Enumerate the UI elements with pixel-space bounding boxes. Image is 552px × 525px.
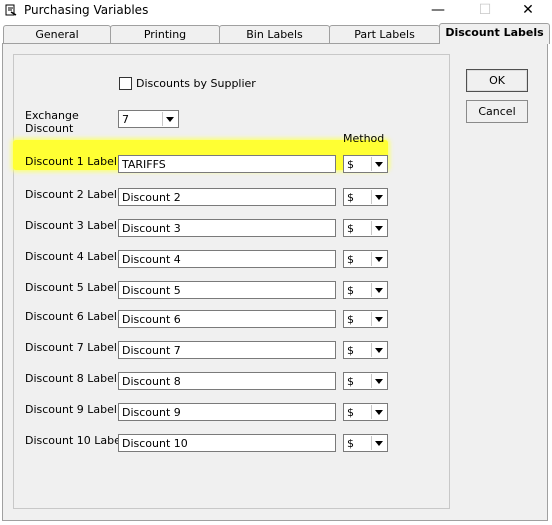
discount-7-method-value: $ [347, 344, 354, 357]
chevron-down-icon[interactable] [371, 312, 386, 326]
minimize-button[interactable]: — [416, 0, 460, 22]
discount-7-value: Discount 7 [122, 344, 181, 357]
discount-6-method-value: $ [347, 313, 354, 326]
discount-10-value: Discount 10 [122, 437, 188, 450]
tab-printing[interactable]: Printing [110, 25, 220, 43]
discount-5-input[interactable]: Discount 5 [118, 281, 336, 299]
discount-2-method-value: $ [347, 191, 354, 204]
exchange-discount-label-line2: Discount [25, 122, 74, 135]
chevron-down-icon[interactable] [371, 343, 386, 357]
chevron-down-icon[interactable] [371, 283, 386, 297]
tab-general[interactable]: General [3, 25, 111, 43]
chevron-down-icon[interactable] [371, 221, 386, 235]
chevron-down-icon[interactable] [371, 157, 386, 171]
exchange-discount-label-line1: Exchange [25, 109, 79, 122]
discount-labels-panel: Discounts by Supplier Exchange Discount … [2, 43, 548, 521]
discount-3-method-select[interactable]: $ [343, 219, 388, 237]
window-title: Purchasing Variables [24, 3, 149, 17]
discount-1-label: Discount 1 Label [25, 155, 117, 168]
discount-6-value: Discount 6 [122, 313, 181, 326]
discount-1-value: TARIFFS [122, 158, 166, 171]
discount-8-value: Discount 8 [122, 375, 181, 388]
discount-8-input[interactable]: Discount 8 [118, 372, 336, 390]
cancel-button[interactable]: Cancel [466, 100, 528, 123]
chevron-down-icon[interactable] [162, 112, 177, 126]
app-icon [5, 4, 17, 16]
discount-2-input[interactable]: Discount 2 [118, 188, 336, 206]
discount-3-value: Discount 3 [122, 222, 181, 235]
discount-5-method-select[interactable]: $ [343, 281, 388, 299]
chevron-down-icon[interactable] [371, 405, 386, 419]
chevron-down-icon[interactable] [371, 374, 386, 388]
ok-button[interactable]: OK [466, 69, 528, 92]
maximize-button[interactable]: ☐ [463, 0, 507, 22]
discount-6-label: Discount 6 Label [25, 310, 117, 323]
tab-bin-labels[interactable]: Bin Labels [219, 25, 330, 43]
discount-10-label: Discount 10 Label [25, 434, 124, 447]
tab-discount-labels[interactable]: Discount Labels [439, 23, 550, 44]
discount-3-input[interactable]: Discount 3 [118, 219, 336, 237]
discount-9-method-select[interactable]: $ [343, 403, 388, 421]
discount-9-value: Discount 9 [122, 406, 181, 419]
discount-10-method-value: $ [347, 437, 354, 450]
discount-9-label: Discount 9 Label [25, 403, 117, 416]
discount-1-method-select[interactable]: $ [343, 155, 388, 173]
discount-3-method-value: $ [347, 222, 354, 235]
discount-10-input[interactable]: Discount 10 [118, 434, 336, 452]
chevron-down-icon[interactable] [371, 252, 386, 266]
tab-part-labels[interactable]: Part Labels [329, 25, 440, 43]
title-bar: Purchasing Variables — ☐ ✕ [0, 0, 552, 22]
method-header: Method [343, 132, 385, 145]
discounts-by-supplier-label: Discounts by Supplier [136, 77, 256, 90]
discount-8-method-value: $ [347, 375, 354, 388]
tab-bar: General Printing Bin Labels Part Labels … [0, 22, 552, 44]
discount-2-method-select[interactable]: $ [343, 188, 388, 206]
discount-2-label: Discount 2 Label [25, 188, 117, 201]
discount-8-label: Discount 8 Label [25, 372, 117, 385]
discount-3-label: Discount 3 Label [25, 219, 117, 232]
discount-1-input[interactable]: TARIFFS [118, 155, 336, 173]
discount-2-value: Discount 2 [122, 191, 181, 204]
discount-6-method-select[interactable]: $ [343, 310, 388, 328]
discount-7-label: Discount 7 Label [25, 341, 117, 354]
discount-4-value: Discount 4 [122, 253, 181, 266]
discount-4-label: Discount 4 Label [25, 250, 117, 263]
discount-7-input[interactable]: Discount 7 [118, 341, 336, 359]
discount-4-method-select[interactable]: $ [343, 250, 388, 268]
discount-1-method-value: $ [347, 158, 354, 171]
discount-9-input[interactable]: Discount 9 [118, 403, 336, 421]
discount-4-input[interactable]: Discount 4 [118, 250, 336, 268]
discount-5-label: Discount 5 Label [25, 281, 117, 294]
discount-4-method-value: $ [347, 253, 354, 266]
chevron-down-icon[interactable] [371, 190, 386, 204]
close-button[interactable]: ✕ [506, 0, 550, 22]
discount-5-method-value: $ [347, 284, 354, 297]
discount-9-method-value: $ [347, 406, 354, 419]
discount-10-method-select[interactable]: $ [343, 434, 388, 452]
discount-7-method-select[interactable]: $ [343, 341, 388, 359]
discount-8-method-select[interactable]: $ [343, 372, 388, 390]
exchange-discount-value: 7 [122, 113, 129, 126]
chevron-down-icon[interactable] [371, 436, 386, 450]
discounts-by-supplier-checkbox[interactable] [119, 77, 132, 90]
discount-5-value: Discount 5 [122, 284, 181, 297]
exchange-discount-select[interactable]: 7 [118, 110, 179, 128]
discount-6-input[interactable]: Discount 6 [118, 310, 336, 328]
